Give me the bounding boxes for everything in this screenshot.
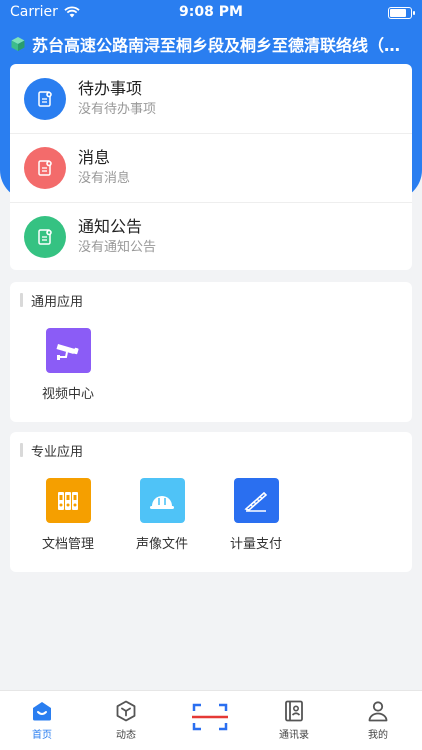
hexagon-cube-icon <box>116 700 136 722</box>
todo-subtitle: 没有待办事项 <box>78 101 157 117</box>
general-apps-title: 通用应用 <box>31 294 84 310</box>
document-icon <box>38 90 52 107</box>
battery-icon <box>388 7 415 19</box>
binders-icon <box>58 491 78 510</box>
audio-visual-files-label: 声像文件 <box>135 537 188 552</box>
app-audio-visual-files[interactable]: 声像文件 <box>117 478 207 552</box>
tab-profile[interactable]: 我的 <box>336 699 420 741</box>
address-book-icon <box>285 700 303 722</box>
todo-icon-circle <box>24 77 66 120</box>
app-video-center[interactable]: 视频中心 <box>23 328 113 402</box>
messages-title: 消息 <box>78 148 111 167</box>
tab-activity-label: 动态 <box>116 730 136 741</box>
general-apps-header: 通用应用 <box>20 292 84 310</box>
section-marker <box>20 443 23 457</box>
professional-apps-title: 专业应用 <box>31 444 84 460</box>
status-bar: Carrier 9:08 PM <box>0 0 422 26</box>
camera-icon <box>56 343 79 360</box>
measurement-payment-icon-tile <box>233 478 279 523</box>
project-title-bar[interactable]: 苏台高速公路南浔至桐乡段及桐乡至德清联络线（… <box>10 30 412 58</box>
measurement-payment-label: 计量支付 <box>229 537 282 552</box>
tab-home[interactable]: 首页 <box>0 699 84 741</box>
tab-scan[interactable] <box>168 699 252 735</box>
cube-icon <box>11 37 25 51</box>
app-document-management[interactable]: 文档管理 <box>23 478 113 552</box>
status-time: 9:08 PM <box>179 4 243 20</box>
app-measurement-payment[interactable]: 计量支付 <box>211 478 301 552</box>
audio-visual-files-icon-tile <box>139 478 185 523</box>
notices-row[interactable]: 通知公告 没有通知公告 <box>10 202 412 271</box>
document-icon <box>38 229 52 245</box>
bottom-tab-bar: 首页 动态 通讯录 我的 <box>0 690 422 750</box>
battery-level <box>390 9 407 17</box>
notices-subtitle: 没有通知公告 <box>78 240 157 255</box>
document-icon <box>38 160 52 176</box>
project-title: 苏台高速公路南浔至桐乡段及桐乡至德清联络线（… <box>32 36 401 55</box>
general-apps-card: 通用应用 视频中心 <box>10 282 412 422</box>
messages-row[interactable]: 消息 没有消息 <box>10 133 412 202</box>
tab-contacts-label: 通讯录 <box>279 730 309 741</box>
notices-icon-circle <box>24 216 66 258</box>
video-center-icon-tile <box>45 328 91 373</box>
messages-icon-circle <box>24 147 66 189</box>
tab-activity[interactable]: 动态 <box>84 699 168 741</box>
section-marker <box>20 293 23 307</box>
tab-profile-label: 我的 <box>368 730 388 741</box>
messages-subtitle: 没有消息 <box>78 171 131 186</box>
tab-home-label: 首页 <box>32 730 52 741</box>
home-icon <box>33 702 51 721</box>
notices-title: 通知公告 <box>78 217 143 236</box>
todo-row[interactable]: 待办事项 没有待办事项 <box>10 64 412 133</box>
scan-icon <box>192 703 228 731</box>
tab-contacts[interactable]: 通讯录 <box>252 699 336 741</box>
video-center-label: 视频中心 <box>41 387 94 402</box>
todo-title: 待办事项 <box>78 78 143 98</box>
ruler-icon <box>244 491 268 512</box>
professional-apps-header: 专业应用 <box>20 442 84 460</box>
user-icon <box>368 701 388 722</box>
document-management-label: 文档管理 <box>41 537 94 552</box>
helmet-icon <box>150 495 174 509</box>
professional-apps-card: 专业应用 文档管理 声像文件 计量支付 <box>10 432 412 572</box>
message-card: 待办事项 没有待办事项 消息 没有消息 通知公告 没有通知公告 <box>10 64 412 270</box>
document-management-icon-tile <box>45 478 91 523</box>
